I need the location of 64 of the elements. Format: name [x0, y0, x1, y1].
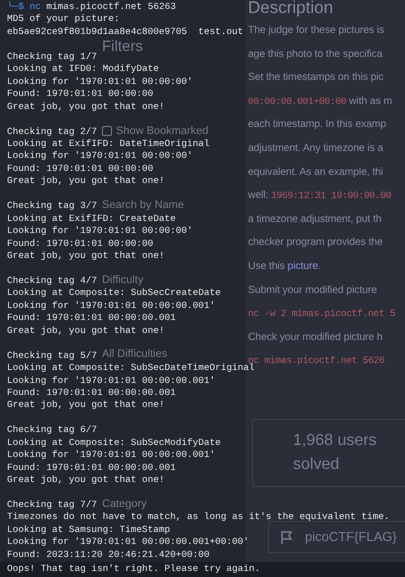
flag-field[interactable]: picoCTF{FLAG} [268, 520, 405, 553]
output-line: Looking at ExifIFD: DateTimeOriginal [7, 138, 210, 150]
description-text: well: 1969:12:31 19:00:00.00 [248, 189, 392, 204]
description-text: Submit your modified picture [248, 284, 377, 298]
picture-link[interactable]: picture [288, 260, 318, 272]
output-line: Looking for '1970:01:01 00:00:00.001' [7, 300, 216, 312]
output-line: Great job, you got that one! [7, 399, 165, 412]
output-line: Found: 2023:11:20 20:46:21.420+00:00 [7, 548, 210, 562]
output-line: Found: 1970:01:01 00:00:00.001 [7, 462, 176, 474]
output-line: MD5 of your picture: [7, 13, 120, 26]
output-line: Checking tag 2/7 [7, 126, 98, 138]
difficulty-option[interactable]: All Difficulties [102, 348, 168, 360]
output-line: Looking at Samsung: TimeStamp [7, 524, 170, 536]
output-line: Looking for '1970:01:01 00:00:00.001' [7, 449, 216, 462]
description-text: Use this picture. [248, 260, 321, 274]
output-line: Looking at Composite: SubSecModifyDate [7, 436, 221, 450]
output-line: Found: 1970:01:01 00:00:00 [7, 88, 154, 101]
difficulty-label: Difficulty [102, 274, 144, 286]
output-line: eb5ae92ce9f801b9d1aa8e4c800e9705 test.out [7, 26, 244, 38]
description-text: equivalent. As an example, thi [248, 166, 384, 180]
description-text: age this photo to the specifica [248, 48, 382, 62]
description-text: adjustment. Any timezone is a [248, 142, 384, 156]
output-line: Found: 1970:01:01 00:00:00 [7, 162, 154, 176]
description-text: Set the timestamps on this pic [248, 71, 384, 86]
flag-icon [280, 530, 294, 545]
description-text: nc -w 2 mimas.picoctf.net 5 [248, 307, 396, 322]
error-line: Oops! That tag isn't right. Please try again. [7, 563, 262, 576]
output-line: Looking for '1970:01:01 00:00:00.001' [7, 374, 216, 387]
output-line: Great job, you got that one! [7, 100, 165, 114]
output-line: Checking tag 4/7 [7, 274, 98, 288]
output-line: Looking for '1970:01:01 00:00:00.001+00:00' [7, 536, 249, 549]
category-label: Category [102, 498, 147, 510]
output-line: Checking tag 7/7 [7, 499, 98, 512]
output-line: Great job, you got that one! [7, 175, 165, 188]
description-text: 00:00:00.001+00:00 with as m [248, 94, 392, 109]
description-heading: Description [248, 0, 334, 19]
command-line: └─$ nc mimas.picoctf.net 56263 [7, 1, 176, 14]
description-text: Check your modified picture h [248, 330, 383, 345]
description-text: each timestamp. In this examp [248, 118, 386, 132]
output-line: Found: 1970:01:01 00:00:00.001 [7, 386, 176, 400]
description-text: a timezone adjustment, put th [248, 212, 382, 227]
output-line: Looking at Composite: SubSecCreateDate [7, 287, 221, 300]
output-line: Found: 1970:01:01 00:00:00.001 [7, 312, 176, 325]
output-line: Checking tag 3/7 [7, 200, 98, 213]
output-line: Looking for '1970:01:01 00:00:00' [7, 76, 193, 88]
output-line: Great job, you got that one! [7, 474, 165, 487]
description-text: The judge for these pictures is [248, 24, 384, 38]
output-line: Looking at ExifIFD: CreateDate [7, 212, 176, 226]
output-line: Checking tag 1/7 [7, 50, 98, 64]
search-label: Search by Name [102, 199, 184, 211]
description-text: checker program provides the [248, 236, 383, 250]
output-line: Found: 1970:01:01 00:00:00 [7, 238, 154, 250]
output-line: Looking for '1970:01:01 00:00:00' [7, 225, 193, 238]
bookmark-checkbox[interactable] [102, 126, 112, 136]
filters-heading: Filters [102, 38, 143, 56]
output-line: Great job, you got that one! [7, 324, 165, 338]
solved-count: 1,968 users solved [252, 418, 405, 487]
output-line: Checking tag 5/7 [7, 350, 98, 362]
output-line: Checking tag 6/7 [7, 424, 98, 437]
output-line: Looking at IFD0: ModifyDate [7, 63, 159, 76]
checkbox-label: Show Bookmarked [116, 124, 208, 136]
output-line: Great job, you got that one! [7, 250, 165, 262]
output-line: Looking for '1970:01:01 00:00:00' [7, 150, 193, 163]
output-line: Looking at Composite: SubSecDateTimeOriginal [7, 362, 255, 375]
